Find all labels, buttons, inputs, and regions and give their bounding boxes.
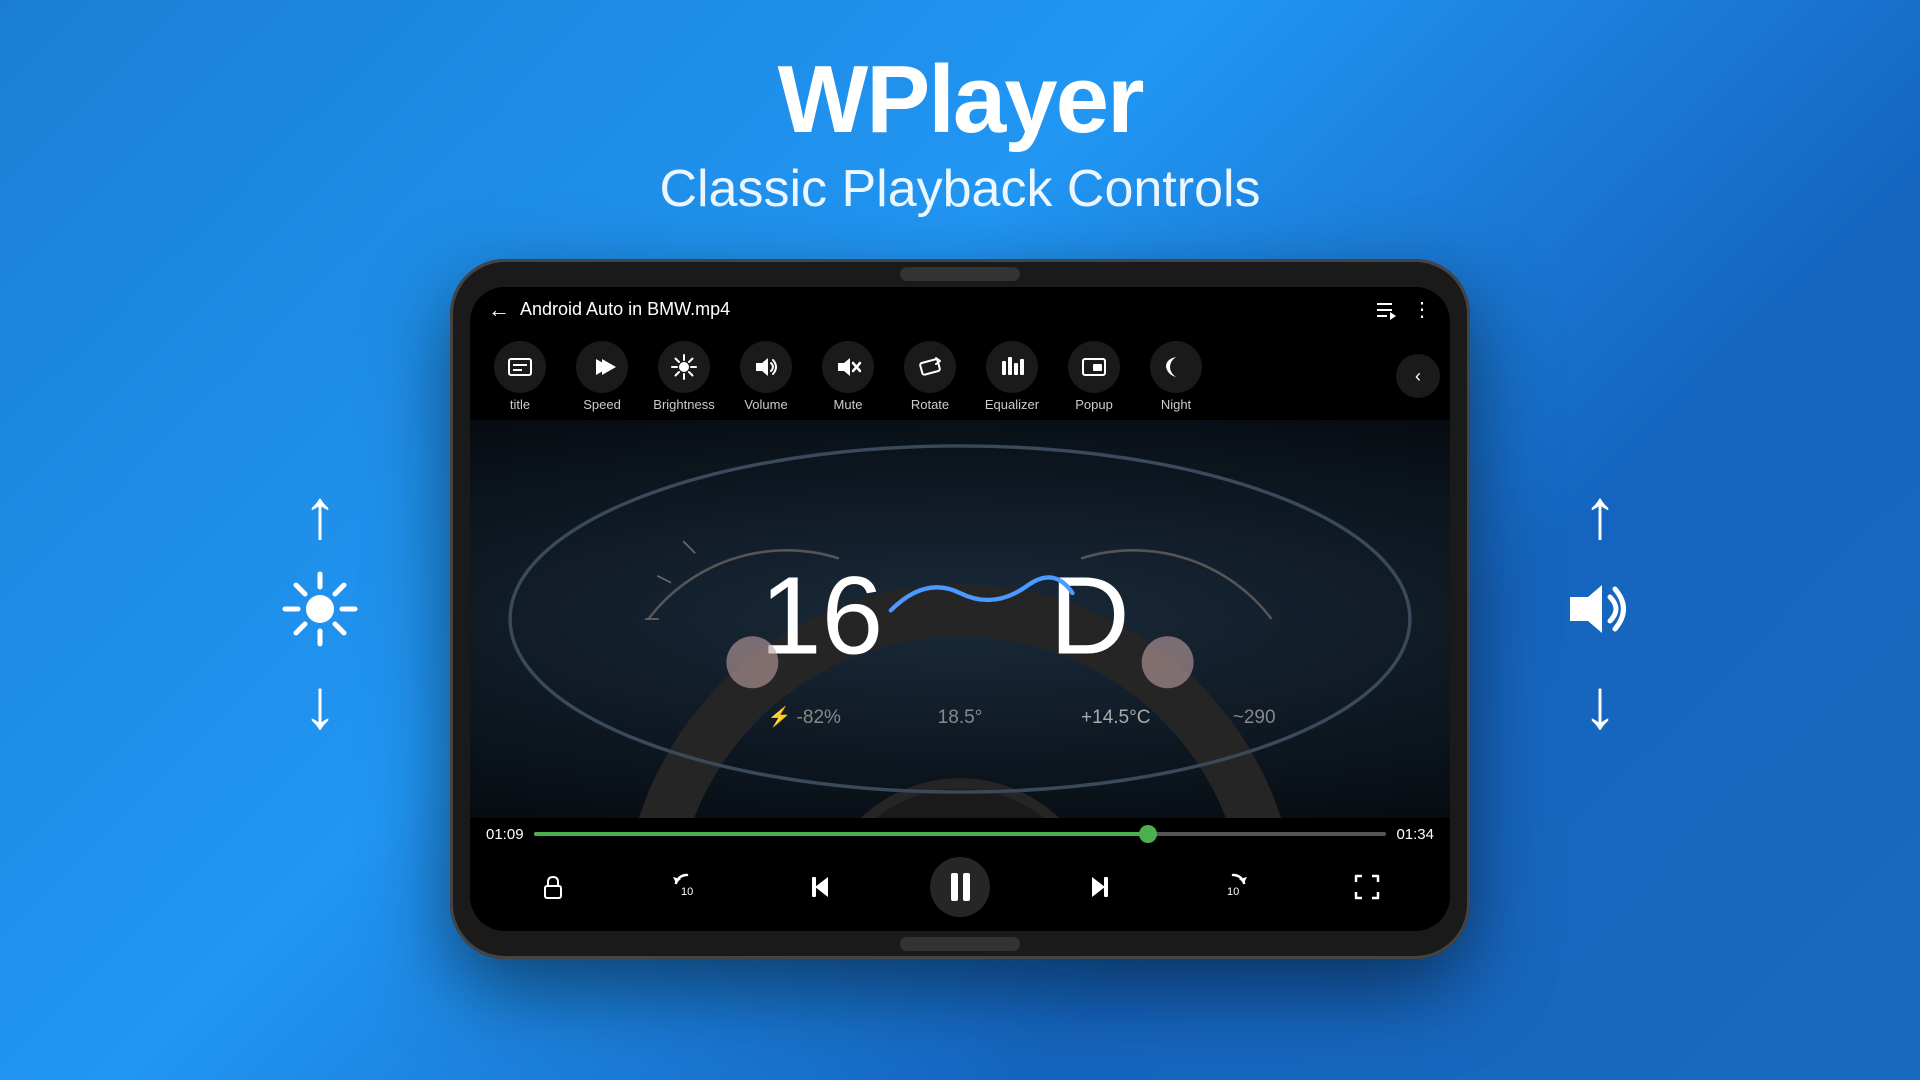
pause-bar-right	[963, 873, 970, 901]
mute-control[interactable]: Mute	[808, 341, 888, 412]
speed-control[interactable]: Speed	[562, 341, 642, 412]
volume-icon	[740, 341, 792, 393]
speed-icon	[576, 341, 628, 393]
popup-control[interactable]: Popup	[1054, 341, 1134, 412]
mute-label: Mute	[834, 397, 863, 412]
next-button[interactable]	[1074, 862, 1124, 912]
app-subtitle: Classic Playback Controls	[659, 159, 1260, 219]
svg-text:10: 10	[1227, 886, 1239, 898]
volume-control[interactable]: Volume	[726, 341, 806, 412]
pause-icon	[951, 873, 970, 901]
progress-section: 01:09 01:34	[470, 818, 1450, 849]
night-icon	[1150, 341, 1202, 393]
phone-notch	[900, 267, 1020, 281]
subtitle-control[interactable]: title	[480, 341, 560, 412]
time-row: 01:09 01:34	[486, 826, 1434, 843]
subtitle-label: title	[510, 397, 530, 412]
svg-text:⚡ -82%: ⚡ -82%	[768, 705, 841, 728]
night-label: Night	[1161, 397, 1191, 412]
brightness-control-arrows: ↑ ↓	[260, 479, 380, 739]
collapse-controls-button[interactable]: ‹	[1396, 354, 1440, 398]
brightness-label: Brightness	[653, 397, 714, 412]
back-button[interactable]: ←	[488, 297, 510, 323]
previous-button[interactable]	[796, 862, 846, 912]
volume-speaker-icon	[1560, 569, 1640, 649]
svg-text:16: 16	[760, 554, 883, 677]
lock-button[interactable]	[528, 862, 578, 912]
speed-label: Speed	[583, 397, 621, 412]
playlist-icon[interactable]	[1374, 298, 1398, 322]
svg-text:~290: ~290	[1233, 707, 1276, 728]
subtitle-icon	[494, 341, 546, 393]
rewind-10-button[interactable]: 10	[662, 862, 712, 912]
fullscreen-button[interactable]	[1342, 862, 1392, 912]
rotate-control[interactable]: Rotate	[890, 341, 970, 412]
brightness-up-arrow: ↑	[303, 479, 338, 549]
progress-thumb	[1139, 825, 1157, 843]
brightness-down-arrow: ↓	[303, 669, 338, 739]
phone-frame: ← Android Auto in BMW.mp4 ⋮	[450, 259, 1470, 959]
night-control[interactable]: Night	[1136, 341, 1216, 412]
screen-topbar: ← Android Auto in BMW.mp4 ⋮	[470, 287, 1450, 333]
topbar-left: ← Android Auto in BMW.mp4	[488, 297, 730, 323]
forward-10-button[interactable]: 10	[1208, 862, 1258, 912]
pause-button[interactable]	[930, 857, 990, 917]
current-time: 01:09	[486, 826, 524, 843]
volume-up-arrow: ↑	[1583, 479, 1618, 549]
volume-down-arrow: ↓	[1583, 669, 1618, 739]
total-time: 01:34	[1396, 826, 1434, 843]
mute-icon	[822, 341, 874, 393]
phone-side-button	[450, 574, 452, 624]
equalizer-icon	[986, 341, 1038, 393]
equalizer-label: Equalizer	[985, 397, 1039, 412]
brightness-icon	[280, 569, 360, 649]
control-icons-row: title Speed	[470, 333, 1450, 420]
phone-screen: ← Android Auto in BMW.mp4 ⋮	[470, 287, 1450, 931]
phone-scene: ↑ ↓ ← Android Auto in BMW.mp4	[260, 249, 1660, 969]
dashboard-svg: 16 D ▶ 1.3 km Frankfu... ⚡ -82% 18.5° +1…	[470, 420, 1450, 818]
topbar-right: ⋮	[1374, 297, 1432, 322]
video-area: 16 D ▶ 1.3 km Frankfu... ⚡ -82% 18.5° +1…	[470, 420, 1450, 818]
rotate-label: Rotate	[911, 397, 949, 412]
svg-text:18.5°: 18.5°	[938, 707, 983, 728]
filename-label: Android Auto in BMW.mp4	[520, 299, 730, 320]
progress-fill	[534, 832, 1148, 836]
volume-control-arrows: ↑ ↓	[1540, 479, 1660, 739]
svg-text:10: 10	[681, 886, 693, 898]
popup-icon	[1068, 341, 1120, 393]
brightness-control[interactable]: Brightness	[644, 341, 724, 412]
svg-text:+14.5°C: +14.5°C	[1081, 707, 1151, 728]
popup-label: Popup	[1075, 397, 1113, 412]
pause-bar-left	[951, 873, 958, 901]
phone-bottom-indicator	[900, 937, 1020, 951]
bmw-dashboard: 16 D ▶ 1.3 km Frankfu... ⚡ -82% 18.5° +1…	[470, 420, 1450, 818]
svg-text:D: D	[1050, 554, 1130, 677]
brightness-ctrl-icon	[658, 341, 710, 393]
rotate-icon	[904, 341, 956, 393]
equalizer-control[interactable]: Equalizer	[972, 341, 1052, 412]
progress-track[interactable]	[534, 832, 1387, 836]
volume-label: Volume	[744, 397, 787, 412]
app-title: WPlayer	[778, 50, 1143, 151]
more-options-icon[interactable]: ⋮	[1412, 297, 1432, 322]
playback-controls: 10	[470, 849, 1450, 931]
